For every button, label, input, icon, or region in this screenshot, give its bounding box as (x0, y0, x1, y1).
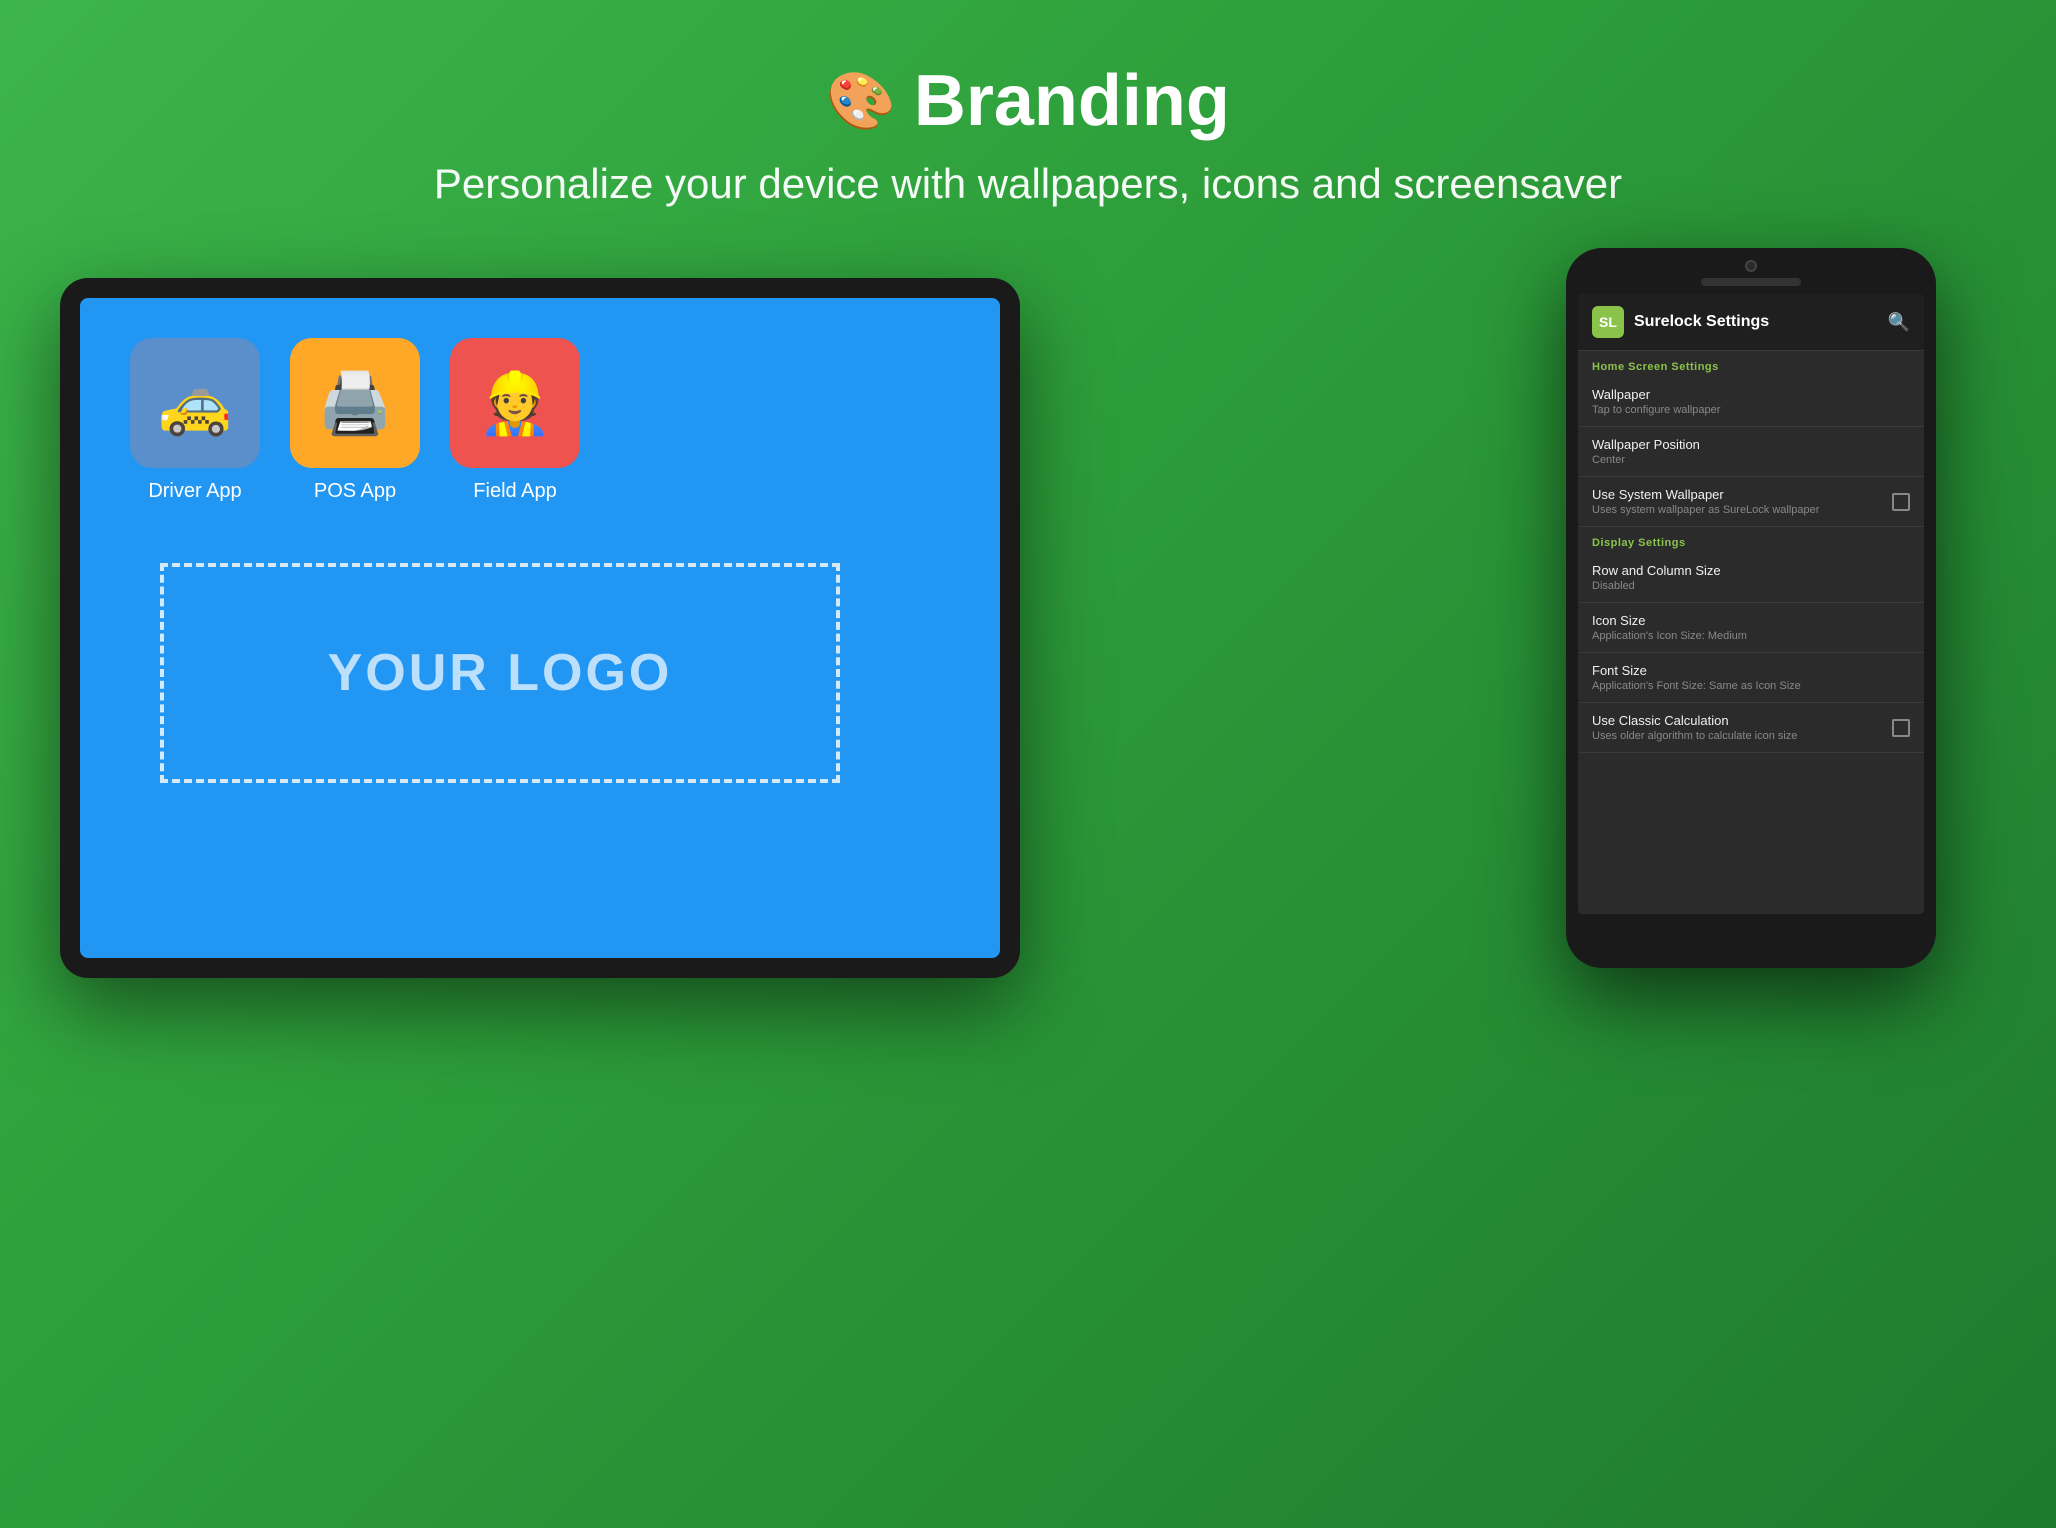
section-display-settings: Display Settings (1578, 527, 1924, 553)
settings-header: SL Surelock Settings 🔍 (1578, 294, 1924, 351)
surelock-logo: SL (1592, 306, 1624, 338)
classic-calculation-subtitle: Uses older algorithm to calculate icon s… (1592, 730, 1797, 742)
title-row: 🎨 Branding (20, 60, 2036, 142)
phone-speaker (1701, 278, 1801, 286)
row-column-size-item[interactable]: Row and Column Size Disabled (1578, 553, 1924, 603)
font-size-subtitle: Application's Font Size: Same as Icon Si… (1592, 680, 1910, 692)
classic-calculation-text: Use Classic Calculation Uses older algor… (1592, 713, 1797, 742)
classic-calculation-checkbox[interactable] (1892, 719, 1910, 737)
settings-body[interactable]: Home Screen Settings Wallpaper Tap to co… (1578, 351, 1924, 914)
field-app-label: Field App (473, 480, 556, 503)
driver-app-icon: 🚕 (130, 338, 260, 468)
wallpaper-subtitle: Tap to configure wallpaper (1592, 404, 1910, 416)
classic-calculation-item[interactable]: Use Classic Calculation Uses older algor… (1578, 703, 1924, 753)
use-system-wallpaper-text: Use System Wallpaper Uses system wallpap… (1592, 487, 1819, 516)
icon-size-subtitle: Application's Icon Size: Medium (1592, 630, 1910, 642)
icon-size-item[interactable]: Icon Size Application's Icon Size: Mediu… (1578, 603, 1924, 653)
font-size-item[interactable]: Font Size Application's Font Size: Same … (1578, 653, 1924, 703)
phone-device: SL Surelock Settings 🔍 Home Screen Setti… (1566, 248, 1936, 968)
use-system-wallpaper-subtitle: Uses system wallpaper as SureLock wallpa… (1592, 504, 1819, 516)
phone-camera (1745, 260, 1757, 272)
driver-app-label: Driver App (148, 480, 241, 503)
use-system-wallpaper-checkbox[interactable] (1892, 493, 1910, 511)
wallpaper-item[interactable]: Wallpaper Tap to configure wallpaper (1578, 377, 1924, 427)
pos-app-icon: 🖨️ (290, 338, 420, 468)
use-system-wallpaper-item[interactable]: Use System Wallpaper Uses system wallpap… (1578, 477, 1924, 527)
wallpaper-position-subtitle: Center (1592, 454, 1910, 466)
tablet-screen: 🚕 Driver App 🖨️ POS App 👷 Field App YOUR… (80, 298, 1000, 958)
pos-app-label: POS App (314, 480, 396, 503)
page-header: 🎨 Branding Personalize your device with … (0, 0, 2056, 248)
logo-placeholder-text: YOUR LOGO (328, 643, 673, 703)
font-size-title: Font Size (1592, 663, 1910, 678)
phone-screen: SL Surelock Settings 🔍 Home Screen Setti… (1578, 294, 1924, 914)
row-column-size-title: Row and Column Size (1592, 563, 1910, 578)
field-app-icon: 👷 (450, 338, 580, 468)
search-icon[interactable]: 🔍 (1888, 312, 1910, 333)
wallpaper-position-title: Wallpaper Position (1592, 437, 1910, 452)
pos-app-item[interactable]: 🖨️ POS App (290, 338, 420, 503)
app-icons-row: 🚕 Driver App 🖨️ POS App 👷 Field App (130, 338, 580, 503)
classic-calculation-title: Use Classic Calculation (1592, 713, 1797, 728)
wallpaper-position-item[interactable]: Wallpaper Position Center (1578, 427, 1924, 477)
devices-container: 🚕 Driver App 🖨️ POS App 👷 Field App YOUR… (0, 248, 2056, 1398)
wallpaper-title: Wallpaper (1592, 387, 1910, 402)
branding-icon: 🎨 (826, 68, 896, 134)
field-app-item[interactable]: 👷 Field App (450, 338, 580, 503)
tablet-device: 🚕 Driver App 🖨️ POS App 👷 Field App YOUR… (60, 278, 1020, 978)
section-home-screen: Home Screen Settings (1578, 351, 1924, 377)
page-title: Branding (914, 60, 1230, 142)
settings-title: Surelock Settings (1634, 313, 1878, 331)
icon-size-title: Icon Size (1592, 613, 1910, 628)
row-column-size-subtitle: Disabled (1592, 580, 1910, 592)
driver-app-item[interactable]: 🚕 Driver App (130, 338, 260, 503)
page-subtitle: Personalize your device with wallpapers,… (20, 160, 2036, 208)
use-system-wallpaper-title: Use System Wallpaper (1592, 487, 1819, 502)
logo-placeholder: YOUR LOGO (160, 563, 840, 783)
